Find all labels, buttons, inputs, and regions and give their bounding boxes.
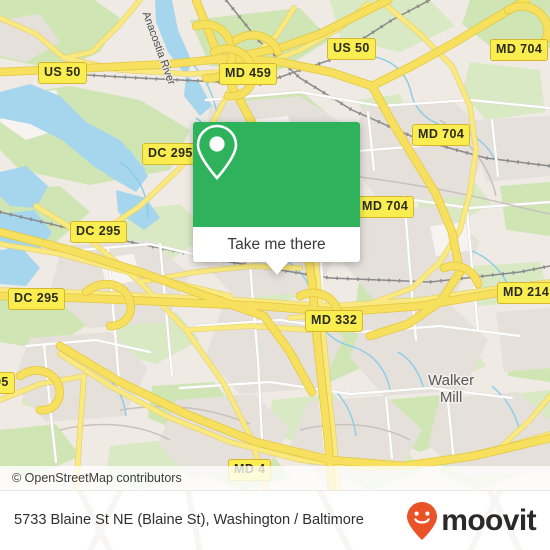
highway-shield: MD 459 xyxy=(219,63,278,85)
footer-bar: 5733 Blaine St NE (Blaine St), Washingto… xyxy=(0,490,550,550)
map-screenshot: .park{fill:#cfe5b4;} .park2{fill:#d9e9c4… xyxy=(0,0,550,550)
highway-shield: DC 295 xyxy=(142,143,199,165)
attribution-text: © OpenStreetMap contributors xyxy=(12,471,182,485)
moovit-logo[interactable]: moovit xyxy=(405,501,537,541)
highway-shield: US 50 xyxy=(327,38,376,60)
take-me-there-label: Take me there xyxy=(227,235,326,253)
highway-shield: US 50 xyxy=(38,62,87,84)
highway-shield: MD 214 xyxy=(497,282,550,304)
place-label: Walker Mill xyxy=(428,372,475,406)
moovit-wordmark: moovit xyxy=(441,504,536,537)
popup-pointer-tail xyxy=(265,262,288,275)
map-pin-icon xyxy=(196,124,238,180)
highway-shield: MD 704 xyxy=(356,196,415,218)
take-me-there-button[interactable]: Take me there xyxy=(193,227,360,262)
highway-shield: DC 295 xyxy=(70,221,127,243)
highway-shield: MD 332 xyxy=(305,310,364,332)
highway-shield: MD 704 xyxy=(412,124,471,146)
map-canvas[interactable]: .park{fill:#cfe5b4;} .park2{fill:#d9e9c4… xyxy=(0,0,550,490)
map-attribution: © OpenStreetMap contributors xyxy=(0,466,550,490)
address-text: 5733 Blaine St NE (Blaine St), Washingto… xyxy=(14,512,364,529)
map-popup-card[interactable]: Take me there xyxy=(193,122,360,275)
moovit-pin-smiley-icon xyxy=(407,502,438,540)
highway-shield: DC 295 xyxy=(8,288,65,310)
popup-icon-area xyxy=(193,122,360,227)
highway-shield: 95 xyxy=(0,372,15,394)
highway-shield: MD 704 xyxy=(490,39,549,61)
